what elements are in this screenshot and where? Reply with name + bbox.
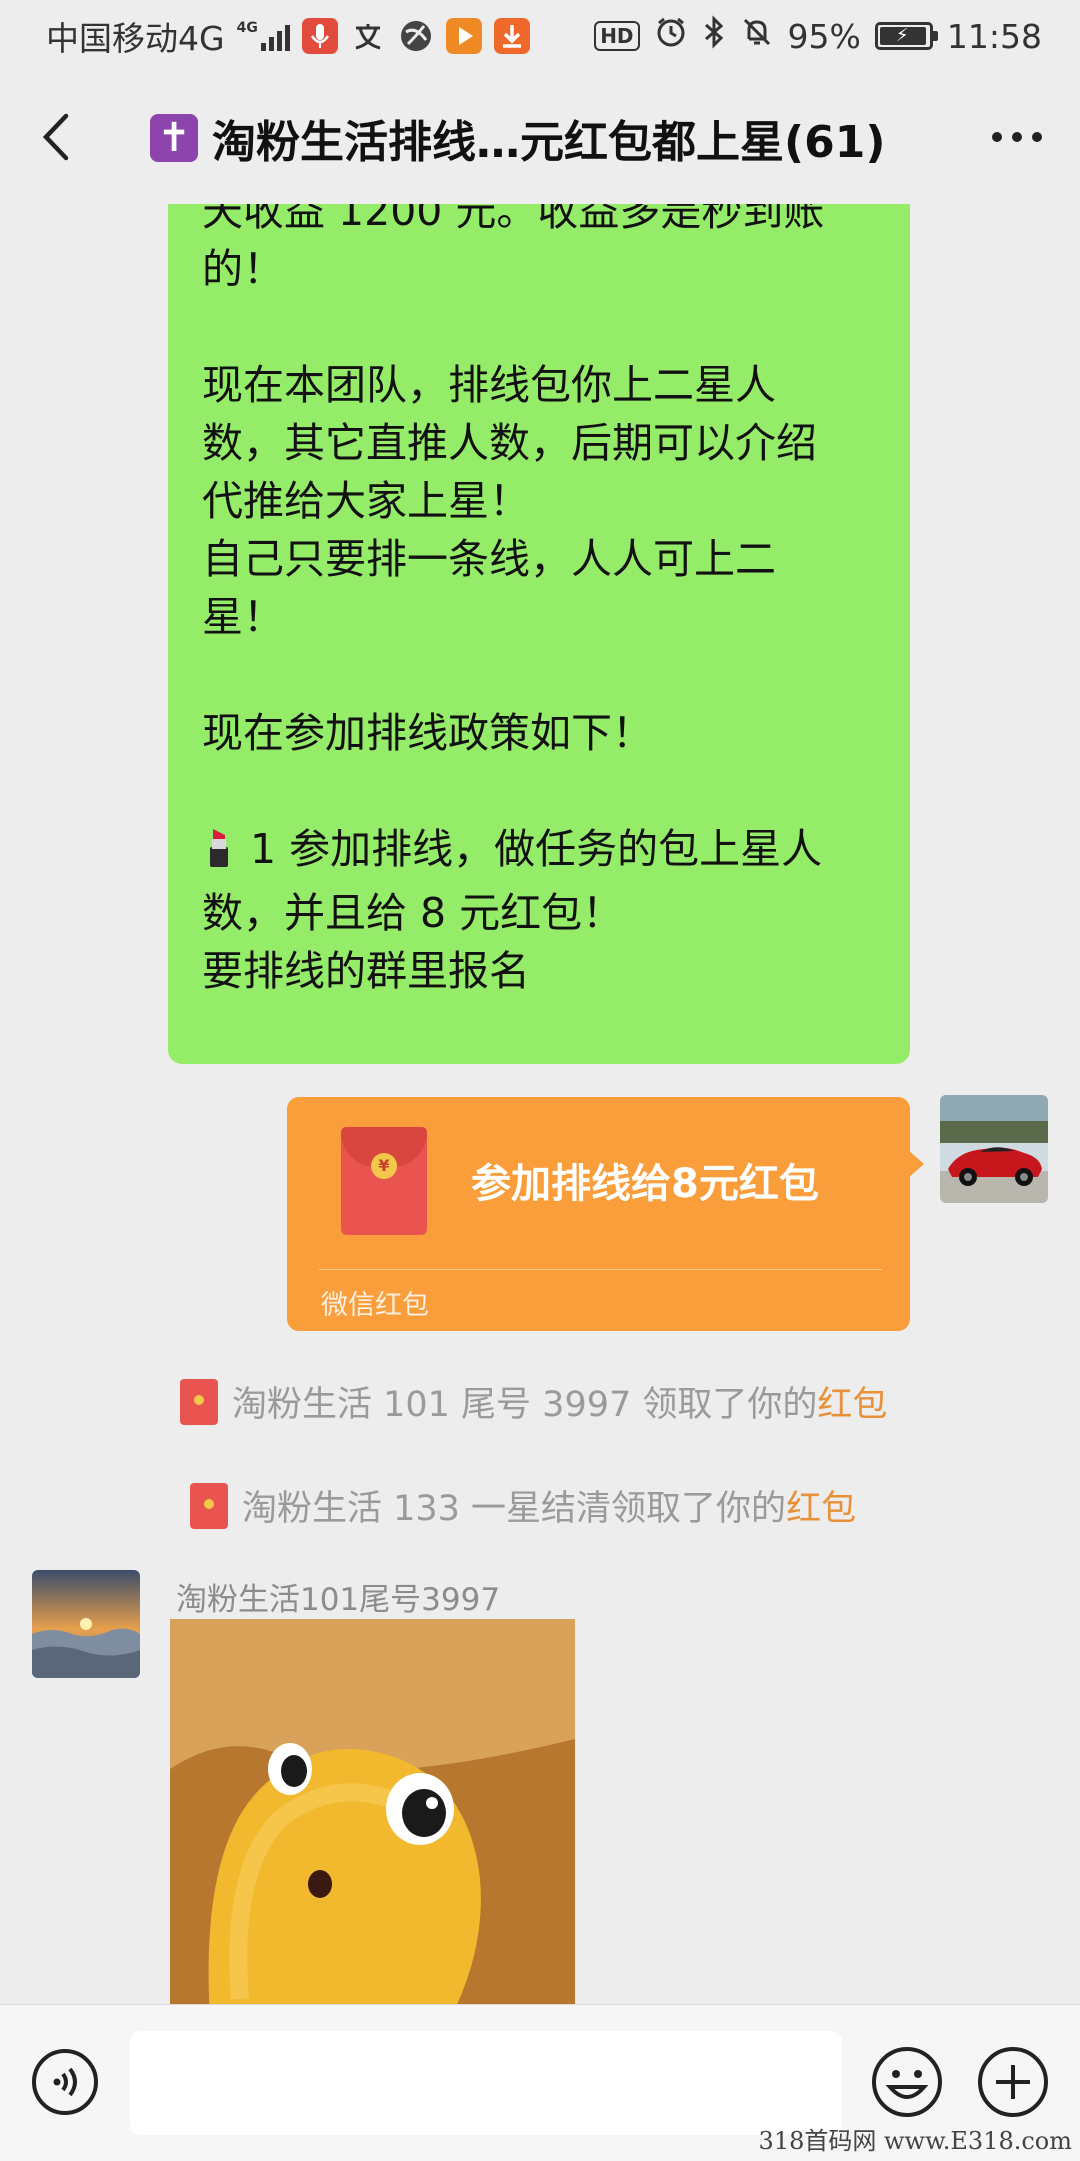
battery-icon: ⚡ [874,22,938,50]
chat-title-area: ✝ 淘粉生活排线…元红包都上星(61) [150,108,920,168]
alarm-icon [654,15,688,57]
message-line-text: 现在本团队，排线包你上二星人 [202,361,776,409]
status-left: 中国移动4G 4G [46,14,530,58]
network-small-label: 4G [236,20,258,36]
emoji-button[interactable] [870,2045,944,2119]
chat-title: 淘粉生活排线…元红包都上星(61) [212,117,886,168]
message-line-text: 现在参加排线政策如下！ [202,709,653,757]
dot-icon [1012,132,1022,142]
clock: 11:58 [946,16,1042,56]
system-message-text: 淘粉生活 101 尾号 3997 领取了你的 [232,1385,818,1425]
plus-icon [978,2047,1048,2117]
system-message: 淘粉生活 133 一星结清领取了你的红包 [190,1480,856,1531]
red-envelope-icon [190,1482,228,1529]
message-line [202,646,902,704]
back-button[interactable] [30,102,90,172]
red-packet-link[interactable]: 红包 [786,1489,856,1529]
sender-name: 淘粉生活101尾号3997 [176,1582,501,1618]
message-line: 1 参加排线，做任务的包上星人 [202,820,902,884]
carrier-label: 中国移动4G [46,19,225,58]
avatar-self[interactable] [940,1095,1048,1203]
red-envelope-icon [180,1378,218,1425]
avatar-sender[interactable] [32,1570,140,1678]
message-line: 数，其它直推人数，后期可以介绍 [202,414,902,472]
watermark: 318首码网 www.E318.com [758,2127,1072,2155]
red-packet-text: 参加排线给8元红包 [471,1161,819,1207]
message-line: 现在本团队，排线包你上二星人 [202,356,902,414]
voice-button[interactable] [30,2047,100,2117]
message-line-text: 的！ [202,245,284,293]
chevron-left-icon [42,113,69,161]
message-line [202,762,902,820]
message-line [202,298,902,356]
red-packet-footer: 微信红包 [321,1290,429,1321]
hd-badge: HD [594,21,640,51]
status-bar: 中国移动4G 4G HD 95% ⚡ 11:58 [0,0,1080,72]
translate-app-icon [350,18,386,54]
divider [319,1269,882,1270]
message-line: 天收益 1200 元。收益多是秒到账 [202,204,902,240]
message-line: 数，并且给 8 元红包！ [202,884,902,942]
message-line: 自己只要排一条线，人人可上二 [202,530,902,588]
battery-percent: 95% [787,16,861,56]
sticker-image[interactable] [170,1619,575,2004]
video-app-icon [445,18,482,54]
message-line: 代推给大家上星！ [202,472,902,530]
message-line: 的！ [202,240,902,298]
red-envelope-icon: ¥ [341,1127,427,1235]
lipstick-icon [202,825,236,884]
status-right: HD 95% ⚡ 11:58 [594,14,1042,58]
browser-app-icon [398,18,434,54]
red-packet-card[interactable]: ¥ 参加排线给8元红包 微信红包 [287,1097,910,1331]
chat-header: ✝ 淘粉生活排线…元红包都上星(61) [0,72,1080,204]
message-line: 要排线的群里报名 [202,942,902,1000]
message-line: 星！ [202,588,902,646]
more-options-button[interactable] [992,132,1042,142]
mute-icon [740,15,774,57]
message-line-text: 自己只要排一条线，人人可上二 [202,535,776,583]
message-line-text: 1 参加排线，做任务的包上星人 [250,825,823,873]
mic-app-icon [301,18,338,54]
message-line-text: 数，并且给 8 元红包！ [202,889,624,937]
bluetooth-icon [702,15,726,57]
dot-icon [992,132,1002,142]
red-car-image [940,1095,1048,1203]
download-app-icon [493,18,530,54]
chat-messages[interactable]: 天收益 1200 元。收益多是秒到账的！ 现在本团队，排线包你上二星人 数，其它直推… [0,204,1080,2004]
group-badge-icon: ✝ [150,114,198,162]
bubble-tail [908,1150,924,1178]
message-input[interactable] [130,2031,842,2135]
message-line-text: 星！ [202,593,284,641]
message-line-text: 代推给大家上星！ [202,477,530,525]
more-functions-button[interactable] [976,2045,1050,2119]
dot-icon [1032,132,1042,142]
system-message: 淘粉生活 101 尾号 3997 领取了你的红包 [180,1376,887,1427]
voice-icon [32,2049,98,2115]
message-text: 天收益 1200 元。收益多是秒到账的！ 现在本团队，排线包你上二星人 数，其它直推… [202,204,902,1000]
red-packet-link[interactable]: 红包 [817,1385,887,1425]
message-line-text: 天收益 1200 元。收益多是秒到账 [202,204,825,235]
message-line-text: 要排线的群里报名 [202,947,530,995]
smiley-icon [872,2047,942,2117]
message-line: 现在参加排线政策如下！ [202,704,902,762]
coin-symbol: ¥ [371,1153,397,1179]
message-line-text: 数，其它直推人数，后期可以介绍 [202,419,817,467]
sunset-image [32,1570,140,1678]
yellow-creature-sticker [170,1619,575,2004]
signal-icon: 4G [237,21,290,51]
system-message-text: 淘粉生活 133 一星结清领取了你的 [242,1489,787,1529]
